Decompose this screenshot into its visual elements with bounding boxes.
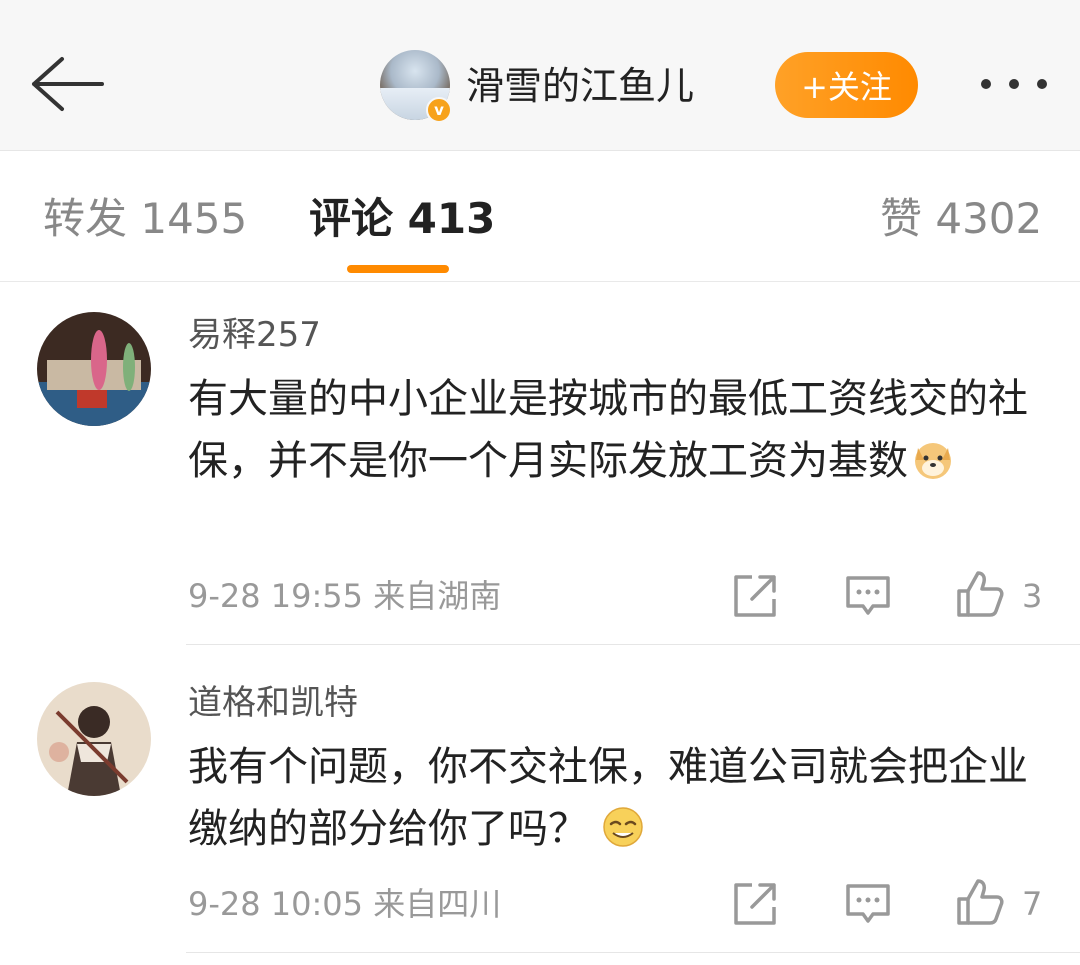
commenter-avatar[interactable] xyxy=(37,312,151,426)
comment-date: 9-28 10:05 xyxy=(188,885,364,923)
like-count: 3 xyxy=(1022,577,1043,615)
comment-location: 来自四川 xyxy=(373,885,502,923)
commenter-name[interactable]: 道格和凯特 xyxy=(188,680,358,726)
comment-text: 我有个问题，你不交社保，难道公司就会把企业缴纳的部分给你了吗？ xyxy=(188,736,1048,860)
active-tab-indicator xyxy=(347,265,449,273)
comment-body: 有大量的中小企业是按城市的最低工资线交的社保，并不是你一个月实际发放工资为基数 xyxy=(188,376,1028,484)
tab-bar: 转发 1455 评论 413 赞 4302 xyxy=(0,151,1080,282)
like-count: 7 xyxy=(1022,885,1043,923)
follow-button[interactable]: +关注 xyxy=(775,52,918,118)
more-dots-icon[interactable] xyxy=(972,62,1056,106)
comment-icon[interactable] xyxy=(843,879,893,929)
doge-emoji-icon xyxy=(912,436,954,479)
top-bar: v 滑雪的江鱼儿 +关注 xyxy=(0,0,1080,151)
tab-comments[interactable]: 评论 413 xyxy=(309,189,495,249)
tab-likes[interactable]: 赞 4302 xyxy=(880,189,1042,249)
repost-icon[interactable] xyxy=(730,571,780,621)
comment-meta: 9-28 19:55 来自湖南 xyxy=(188,574,501,618)
comment-meta: 9-28 10:05 来自四川 xyxy=(188,882,501,926)
commenter-avatar[interactable] xyxy=(37,682,151,796)
thumbs-up-icon[interactable] xyxy=(955,877,1005,927)
repost-icon[interactable] xyxy=(730,879,780,929)
comment-text: 有大量的中小企业是按城市的最低工资线交的社保，并不是你一个月实际发放工资为基数 xyxy=(188,368,1048,492)
comment-date: 9-28 19:55 xyxy=(188,577,364,615)
comment-icon[interactable] xyxy=(843,571,893,621)
back-arrow-icon[interactable] xyxy=(28,55,106,113)
comment-location: 来自湖南 xyxy=(373,577,502,615)
author-name[interactable]: 滑雪的江鱼儿 xyxy=(466,58,694,114)
tab-reposts[interactable]: 转发 1455 xyxy=(43,189,247,249)
thumbs-up-icon[interactable] xyxy=(955,569,1005,619)
commenter-name[interactable]: 易释257 xyxy=(188,312,321,358)
verified-badge-icon: v xyxy=(426,97,452,123)
comment-divider xyxy=(186,644,1080,645)
smirk-emoji-icon xyxy=(602,804,644,847)
comment-divider xyxy=(186,952,1080,953)
